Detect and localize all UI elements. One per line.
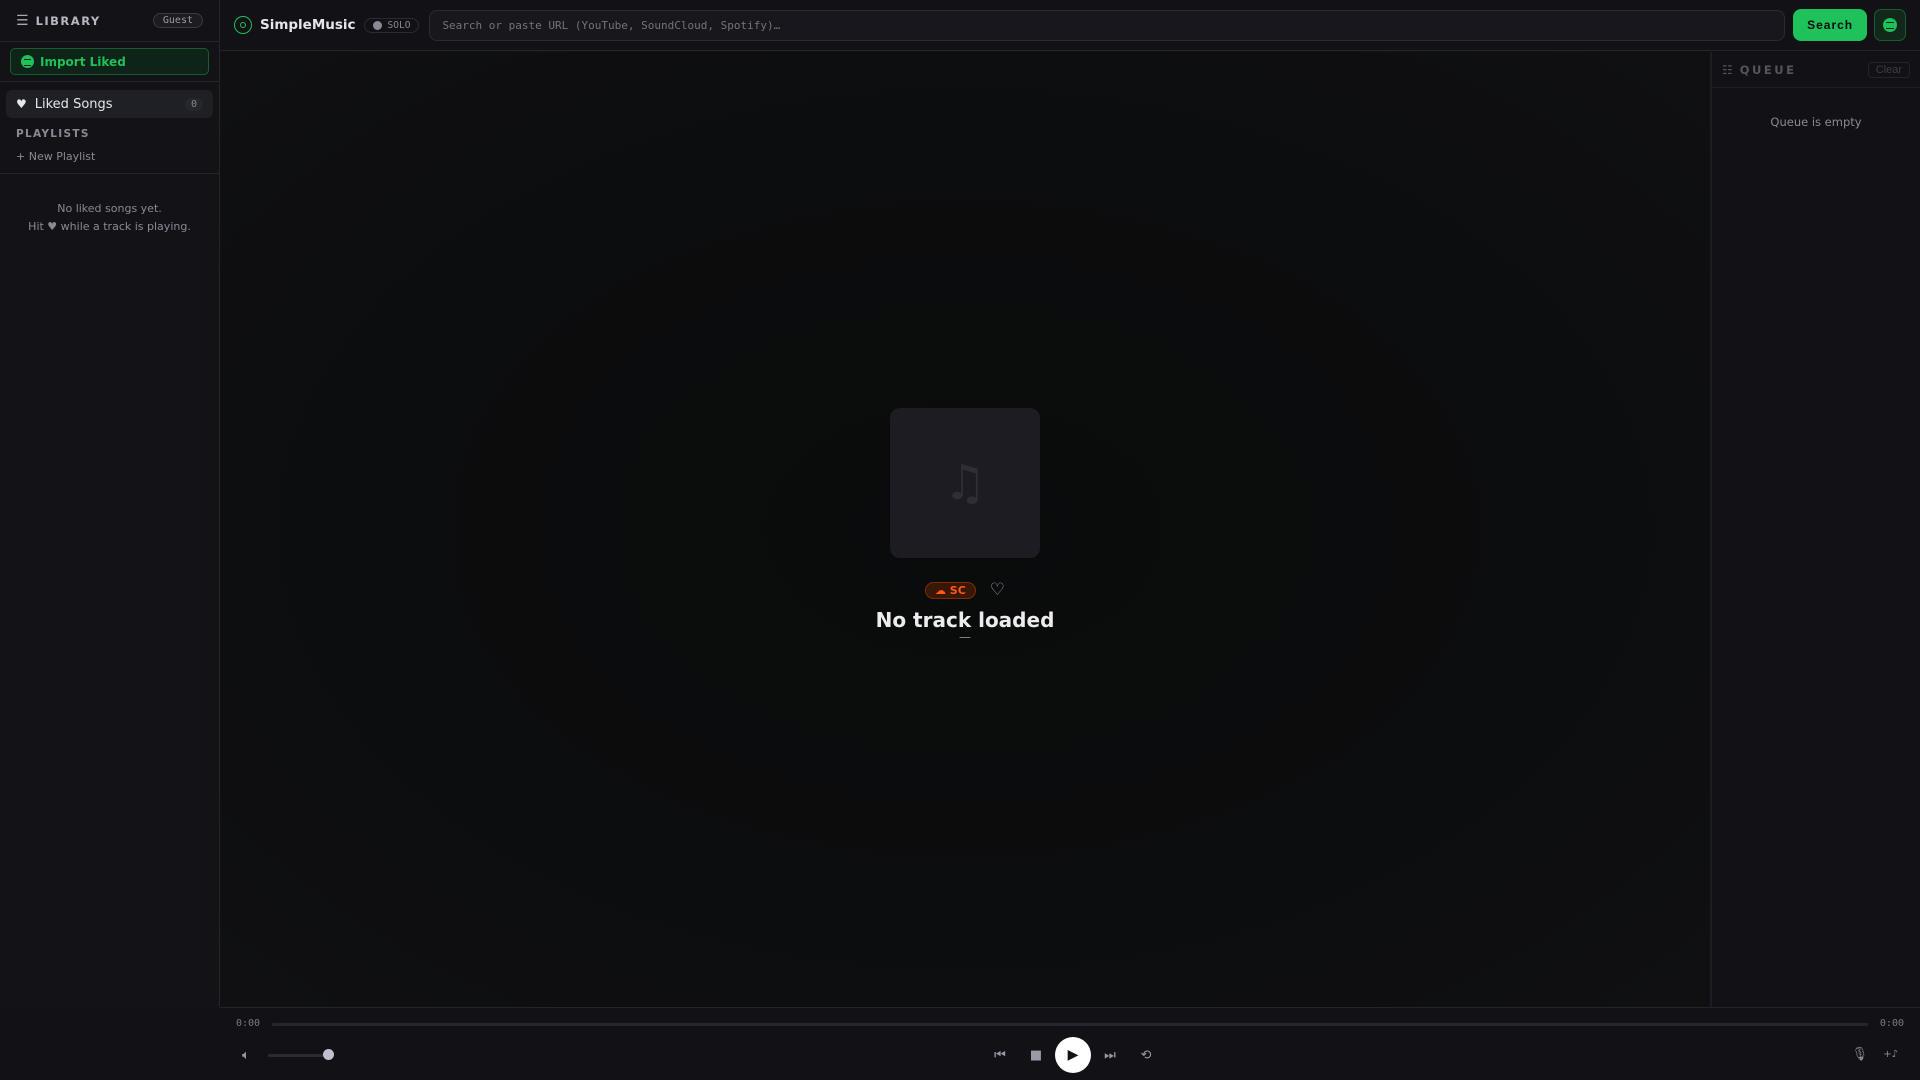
sidebar-item-liked-songs[interactable]: ♥ Liked Songs 0 — [6, 90, 213, 118]
spotify-connect-button[interactable] — [1874, 9, 1906, 41]
empty-line-1: No liked songs yet. — [57, 202, 162, 215]
user-badge[interactable]: Guest — [152, 13, 203, 28]
playlists-heading: PLAYLISTS — [16, 128, 90, 140]
liked-songs-label: Liked Songs — [34, 96, 113, 112]
library-sidebar: ☰ LIBRARY Guest Import Liked ♥ Liked Son… — [0, 0, 220, 1007]
status-dot-icon — [372, 20, 382, 30]
volume-knob[interactable] — [323, 1049, 334, 1060]
add-to-queue-icon[interactable]: +♪ — [1883, 1049, 1898, 1060]
new-playlist-button[interactable]: + New Playlist — [0, 140, 219, 174]
play-button[interactable]: ▶ — [1055, 1037, 1091, 1073]
spotify-icon — [21, 55, 34, 68]
elapsed-time: 0:00 — [236, 1018, 261, 1029]
list-icon: ☷ — [1722, 62, 1733, 77]
search-button[interactable]: Search — [1793, 9, 1868, 41]
logo-icon — [234, 16, 252, 34]
volume-icon[interactable]: 🔈︎ — [242, 1048, 250, 1063]
now-playing-area: ♫ ☁ SC ♡ No track loaded — — [220, 52, 1710, 1007]
empty-line-2: Hit ♥ while a track is playing. — [28, 220, 191, 233]
source-badge: ☁ SC — [924, 581, 976, 599]
volume-slider[interactable] — [268, 1054, 328, 1057]
player-controls-bar: 0:00 0:00 🔈︎ ⏮︎ ■ ▶ ⏭︎ ⟲ 🎙︎ +♪ — [220, 1007, 1920, 1080]
repeat-icon[interactable]: ⟲ — [1128, 1037, 1164, 1073]
clear-queue-button[interactable]: Clear — [1867, 61, 1910, 78]
track-artist: — — [959, 630, 971, 644]
previous-icon[interactable]: ⏮︎ — [982, 1037, 1018, 1073]
next-icon[interactable]: ⏭︎ — [1092, 1037, 1128, 1073]
app-title: SimpleMusic — [259, 17, 356, 33]
menu-icon[interactable]: ☰ — [16, 13, 29, 29]
track-title: No track loaded — [875, 608, 1055, 632]
mode-label: SOLO — [387, 19, 411, 31]
stop-icon[interactable]: ■ — [1018, 1037, 1054, 1073]
album-art-placeholder: ♫ — [890, 408, 1040, 558]
liked-empty-state: No liked songs yet. Hit ♥ while a track … — [0, 200, 219, 236]
music-note-icon: ♫ — [943, 455, 987, 511]
spotify-icon — [1883, 18, 1898, 32]
heart-icon: ♥ — [16, 97, 27, 111]
search-input[interactable] — [429, 9, 1786, 41]
liked-count-badge: 0 — [184, 97, 203, 111]
microphone-icon[interactable]: 🎙︎ — [1851, 1047, 1868, 1062]
duration-time: 0:00 — [1879, 1018, 1904, 1029]
top-bar: SimpleMusic SOLO Search — [220, 0, 1920, 51]
library-title: LIBRARY — [35, 13, 101, 28]
progress-bar[interactable] — [272, 1023, 1868, 1026]
import-liked-label: Import Liked — [40, 54, 126, 69]
mode-badge[interactable]: SOLO — [363, 17, 420, 33]
like-heart-icon[interactable]: ♡ — [990, 580, 1005, 600]
queue-title: QUEUE — [1739, 62, 1797, 77]
queue-panel: ☷ QUEUE Clear Queue is empty — [1710, 52, 1920, 1007]
sidebar-header: ☰ LIBRARY Guest — [0, 0, 219, 42]
import-liked-button[interactable]: Import Liked — [10, 48, 209, 75]
queue-empty-text: Queue is empty — [1770, 115, 1862, 129]
